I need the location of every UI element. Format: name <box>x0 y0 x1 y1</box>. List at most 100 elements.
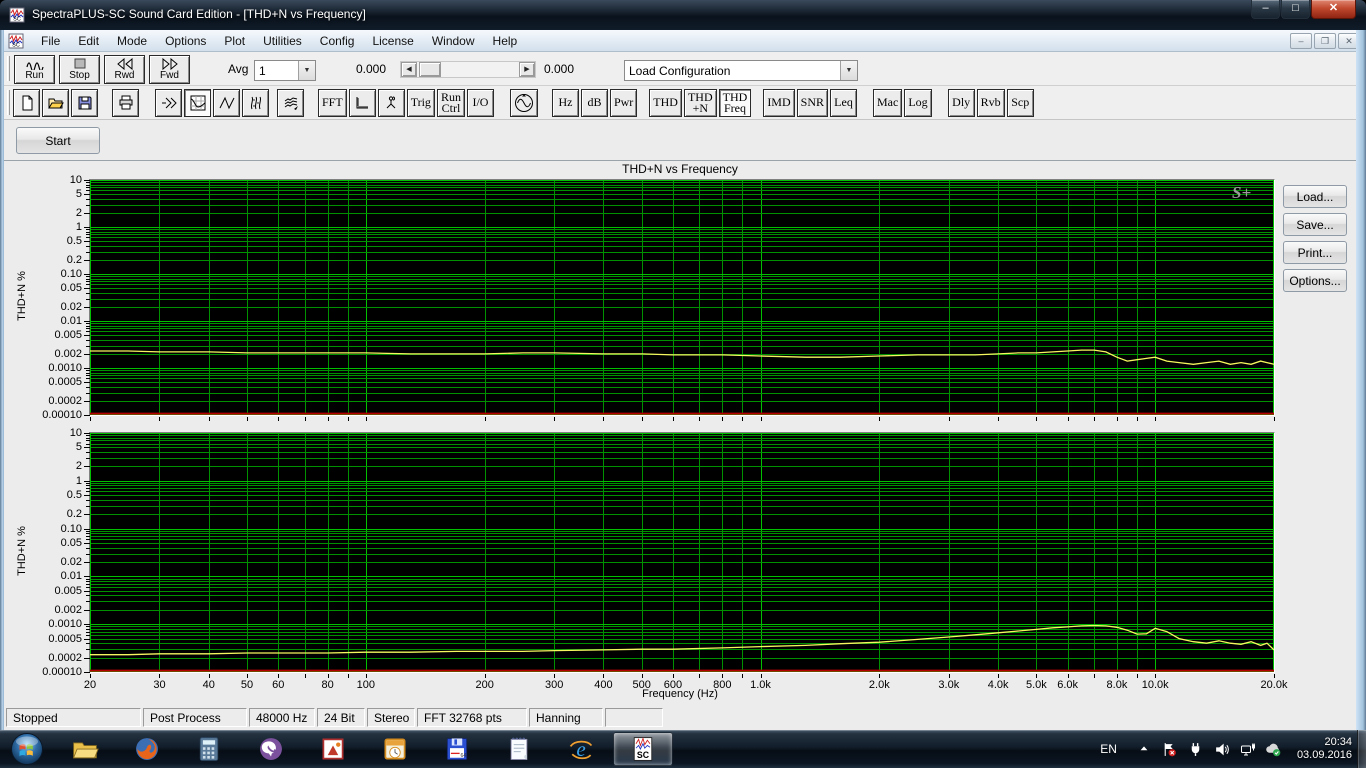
save-file-button[interactable] <box>71 89 98 117</box>
taskbar-clock[interactable]: 20:34 03.09.2016 <box>1297 736 1352 762</box>
menu-plot[interactable]: Plot <box>215 31 254 51</box>
menu-window[interactable]: Window <box>423 31 484 51</box>
forward-button[interactable]: Fwd <box>149 55 190 84</box>
snr-button[interactable]: SNR <box>797 89 828 117</box>
avg-select[interactable]: 1 ▼ <box>254 60 316 81</box>
taskbar-file-explorer[interactable] <box>55 732 115 766</box>
windows-start-button[interactable] <box>0 730 54 768</box>
menu-file[interactable]: File <box>32 31 69 51</box>
power-plug[interactable] <box>1186 741 1206 757</box>
y-tick-label: 0.10 <box>22 523 82 535</box>
io-device-button[interactable]: I/O <box>467 89 494 117</box>
leq-button[interactable]: Leq <box>830 89 857 117</box>
open-folder-icon <box>48 95 64 111</box>
thdn-plot-upper[interactable] <box>89 179 1275 416</box>
taskbar-internet-explorer[interactable]: e <box>551 732 611 766</box>
minimize-button[interactable]: – <box>1251 0 1280 19</box>
trigger-button[interactable]: Trig <box>407 89 435 117</box>
toolbar-grip[interactable] <box>7 90 10 115</box>
scroll-right-icon[interactable]: ▶ <box>519 62 535 77</box>
scrollbar-thumb[interactable] <box>419 62 441 77</box>
rewind-button[interactable]: Rwd <box>104 55 145 84</box>
notepad-icon <box>505 735 533 763</box>
surface-view-button[interactable] <box>277 89 304 117</box>
plot-view-button[interactable] <box>184 89 211 117</box>
menu-utilities[interactable]: Utilities <box>254 31 311 51</box>
rvb-button[interactable]: Rvb <box>977 89 1005 117</box>
taskbar-picture-manager[interactable] <box>303 732 363 766</box>
print-button[interactable] <box>112 89 139 117</box>
menu-help[interactable]: Help <box>484 31 527 51</box>
volume-speaker[interactable] <box>1212 741 1232 757</box>
chevron-down-icon[interactable]: ▼ <box>840 61 857 80</box>
load-button[interactable]: Load... <box>1283 185 1347 208</box>
y-tick-label: 5 <box>22 188 82 200</box>
taskbar-backup-tool[interactable]: 64 <box>427 732 487 766</box>
menu-mode[interactable]: Mode <box>108 31 156 51</box>
y-tick-label: 0.00010 <box>22 666 82 678</box>
menu-options[interactable]: Options <box>156 31 215 51</box>
language-indicator[interactable]: EN <box>1100 742 1117 756</box>
taskbar-viber[interactable] <box>241 732 301 766</box>
pwr-units-button[interactable]: Pwr <box>610 89 637 117</box>
thd-button[interactable]: THD <box>649 89 682 117</box>
db-units-button[interactable]: dB <box>581 89 608 117</box>
scrollbar-track[interactable] <box>441 62 519 77</box>
show-desktop-button[interactable] <box>1357 730 1366 768</box>
scp-button[interactable]: Scp <box>1007 89 1034 117</box>
save-button[interactable]: Save... <box>1283 213 1347 236</box>
imd-button[interactable]: IMD <box>763 89 794 117</box>
scroll-left-icon[interactable]: ◀ <box>401 62 417 77</box>
tick-mark <box>247 417 248 421</box>
new-file-button[interactable] <box>13 89 40 117</box>
fwd-label: Fwd <box>160 70 179 81</box>
scaling-button[interactable] <box>349 89 376 117</box>
run-button[interactable]: Run <box>14 55 55 84</box>
stop-button[interactable]: Stop <box>59 55 100 84</box>
start-measure-button[interactable]: Start <box>16 127 100 154</box>
status-bar: StoppedPost Process48000 Hz24 BitStereoF… <box>4 705 1356 730</box>
print-plot-button[interactable]: Print... <box>1283 241 1347 264</box>
log-button[interactable]: Log <box>904 89 931 117</box>
thd-n-button[interactable]: THD+N <box>684 89 717 117</box>
mdi-minimize-button[interactable]: – <box>1290 33 1312 49</box>
mdi-restore-button[interactable]: ❐ <box>1314 33 1336 49</box>
taskbar-firefox[interactable] <box>117 732 177 766</box>
hz-units-button[interactable]: Hz <box>552 89 579 117</box>
taskbar-calculator[interactable] <box>179 732 239 766</box>
menu-license[interactable]: License <box>363 31 422 51</box>
thd-freq-button[interactable]: THDFreq <box>719 89 752 117</box>
signal-generator-button[interactable] <box>510 89 538 117</box>
cloud-sync[interactable] <box>1264 741 1284 757</box>
open-file-button[interactable] <box>42 89 69 117</box>
y-tick-label: 5 <box>22 441 82 453</box>
position-scrollbar[interactable]: ◀ ▶ <box>400 61 536 78</box>
network-status[interactable] <box>1238 741 1258 757</box>
tick-mark <box>485 417 486 421</box>
run-control-button[interactable]: RunCtrl <box>437 89 465 117</box>
mac-button[interactable]: Mac <box>873 89 902 117</box>
menu-config[interactable]: Config <box>311 31 364 51</box>
options-button[interactable]: Options... <box>1283 269 1347 292</box>
dly-button[interactable]: Dly <box>948 89 975 117</box>
chevron-down-icon[interactable]: ▼ <box>298 61 315 80</box>
config-select[interactable]: Load Configuration ▼ <box>624 60 858 81</box>
thdn-plot-lower[interactable] <box>89 432 1275 673</box>
action-center-flag[interactable] <box>1160 741 1180 757</box>
fft-settings-button[interactable]: FFT <box>318 89 347 117</box>
toolbar-grip[interactable] <box>7 56 10 81</box>
post-process-button[interactable] <box>155 89 182 117</box>
taskbar-notepad[interactable] <box>489 732 549 766</box>
taskbar-clock-app[interactable] <box>365 732 425 766</box>
tick-mark <box>1036 417 1037 421</box>
menu-edit[interactable]: Edit <box>69 31 108 51</box>
tick-mark <box>159 417 160 421</box>
spectrogram-view-button[interactable] <box>242 89 269 117</box>
calibration-button[interactable] <box>378 89 405 117</box>
close-button[interactable]: ✕ <box>1311 0 1356 19</box>
waveform-view-button[interactable] <box>213 89 240 117</box>
taskbar-spectraplus[interactable]: SC <box>613 732 673 766</box>
maximize-button[interactable]: □ <box>1281 0 1310 19</box>
hidden-icons-arrow[interactable] <box>1134 741 1154 757</box>
y-tick-label: 0.05 <box>22 282 82 294</box>
